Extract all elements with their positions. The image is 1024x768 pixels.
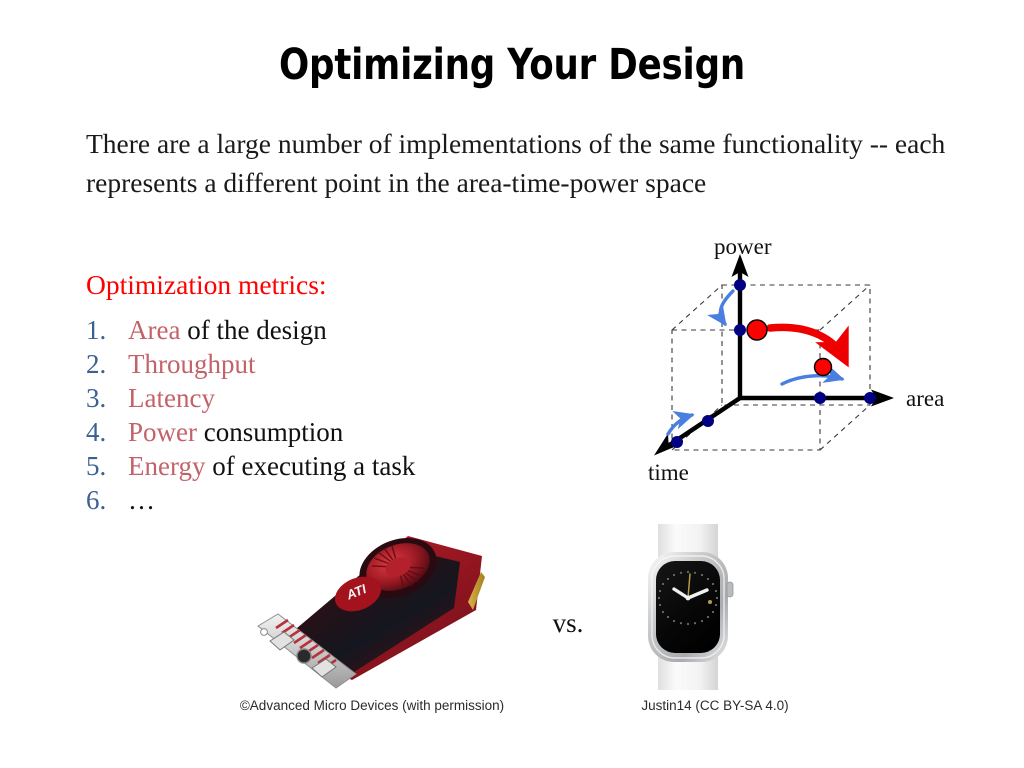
smart-watch-image <box>622 524 750 690</box>
list-item: 4. Power consumption <box>86 415 606 449</box>
axis-label-area: area <box>906 386 944 411</box>
watch-hand-pivot <box>685 595 691 601</box>
area-time-power-diagram: power area time <box>630 228 1024 492</box>
smart-watch-credit: Justin14 (CC BY-SA 4.0) <box>641 698 789 713</box>
design-point-a <box>746 319 768 341</box>
list-item-text: of the design <box>180 315 327 345</box>
list-item-number: 3. <box>86 383 107 413</box>
list-item-keyword: Power <box>128 417 197 447</box>
metrics-heading: Optimization metrics: <box>86 269 327 300</box>
axis-label-power: power <box>714 234 772 259</box>
versus-label: vs. <box>552 608 584 638</box>
list-item: 1. Area of the design <box>86 313 606 347</box>
graphics-card-credit: ©Advanced Micro Devices (with permission… <box>239 698 505 713</box>
list-item: 6. … <box>86 483 606 517</box>
intro-paragraph: There are a large number of implementati… <box>86 128 946 198</box>
list-item-number: 6. <box>86 485 107 515</box>
list-item-keyword: Throughput <box>128 349 256 379</box>
list-item-text: … <box>128 485 155 515</box>
metrics-list: 1. Area of the design 2. Throughput 3. L… <box>86 313 606 517</box>
watch-face-dot <box>708 600 712 604</box>
list-item-text: of executing a task <box>205 451 416 481</box>
gpu-bracket-screwhole <box>260 628 268 636</box>
list-item-keyword: Area <box>128 315 181 345</box>
slide-canvas: Optimizing Your Design There are a large… <box>0 0 1024 768</box>
watch-crown <box>726 581 734 598</box>
watch-screen <box>656 561 720 653</box>
page-title: Optimizing Your Design <box>278 40 746 90</box>
list-item-number: 2. <box>86 349 107 379</box>
list-item-keyword: Latency <box>128 383 215 413</box>
axis-label-time: time <box>648 460 689 485</box>
design-point-b <box>813 357 833 377</box>
graphics-card-image: ATI <box>232 522 512 690</box>
list-item-number: 4. <box>86 417 107 447</box>
list-item: 3. Latency <box>86 381 606 415</box>
list-item-number: 5. <box>86 451 107 481</box>
list-item: 5. Energy of executing a task <box>86 449 606 483</box>
axis-arrowheads <box>654 254 894 456</box>
tradeoff-arrow <box>766 323 849 368</box>
list-item: 2. Throughput <box>86 347 606 381</box>
list-item-number: 1. <box>86 315 107 345</box>
list-item-keyword: Energy <box>128 451 206 481</box>
gpu-port-svideo <box>296 648 312 664</box>
list-item-text: consumption <box>197 417 344 447</box>
